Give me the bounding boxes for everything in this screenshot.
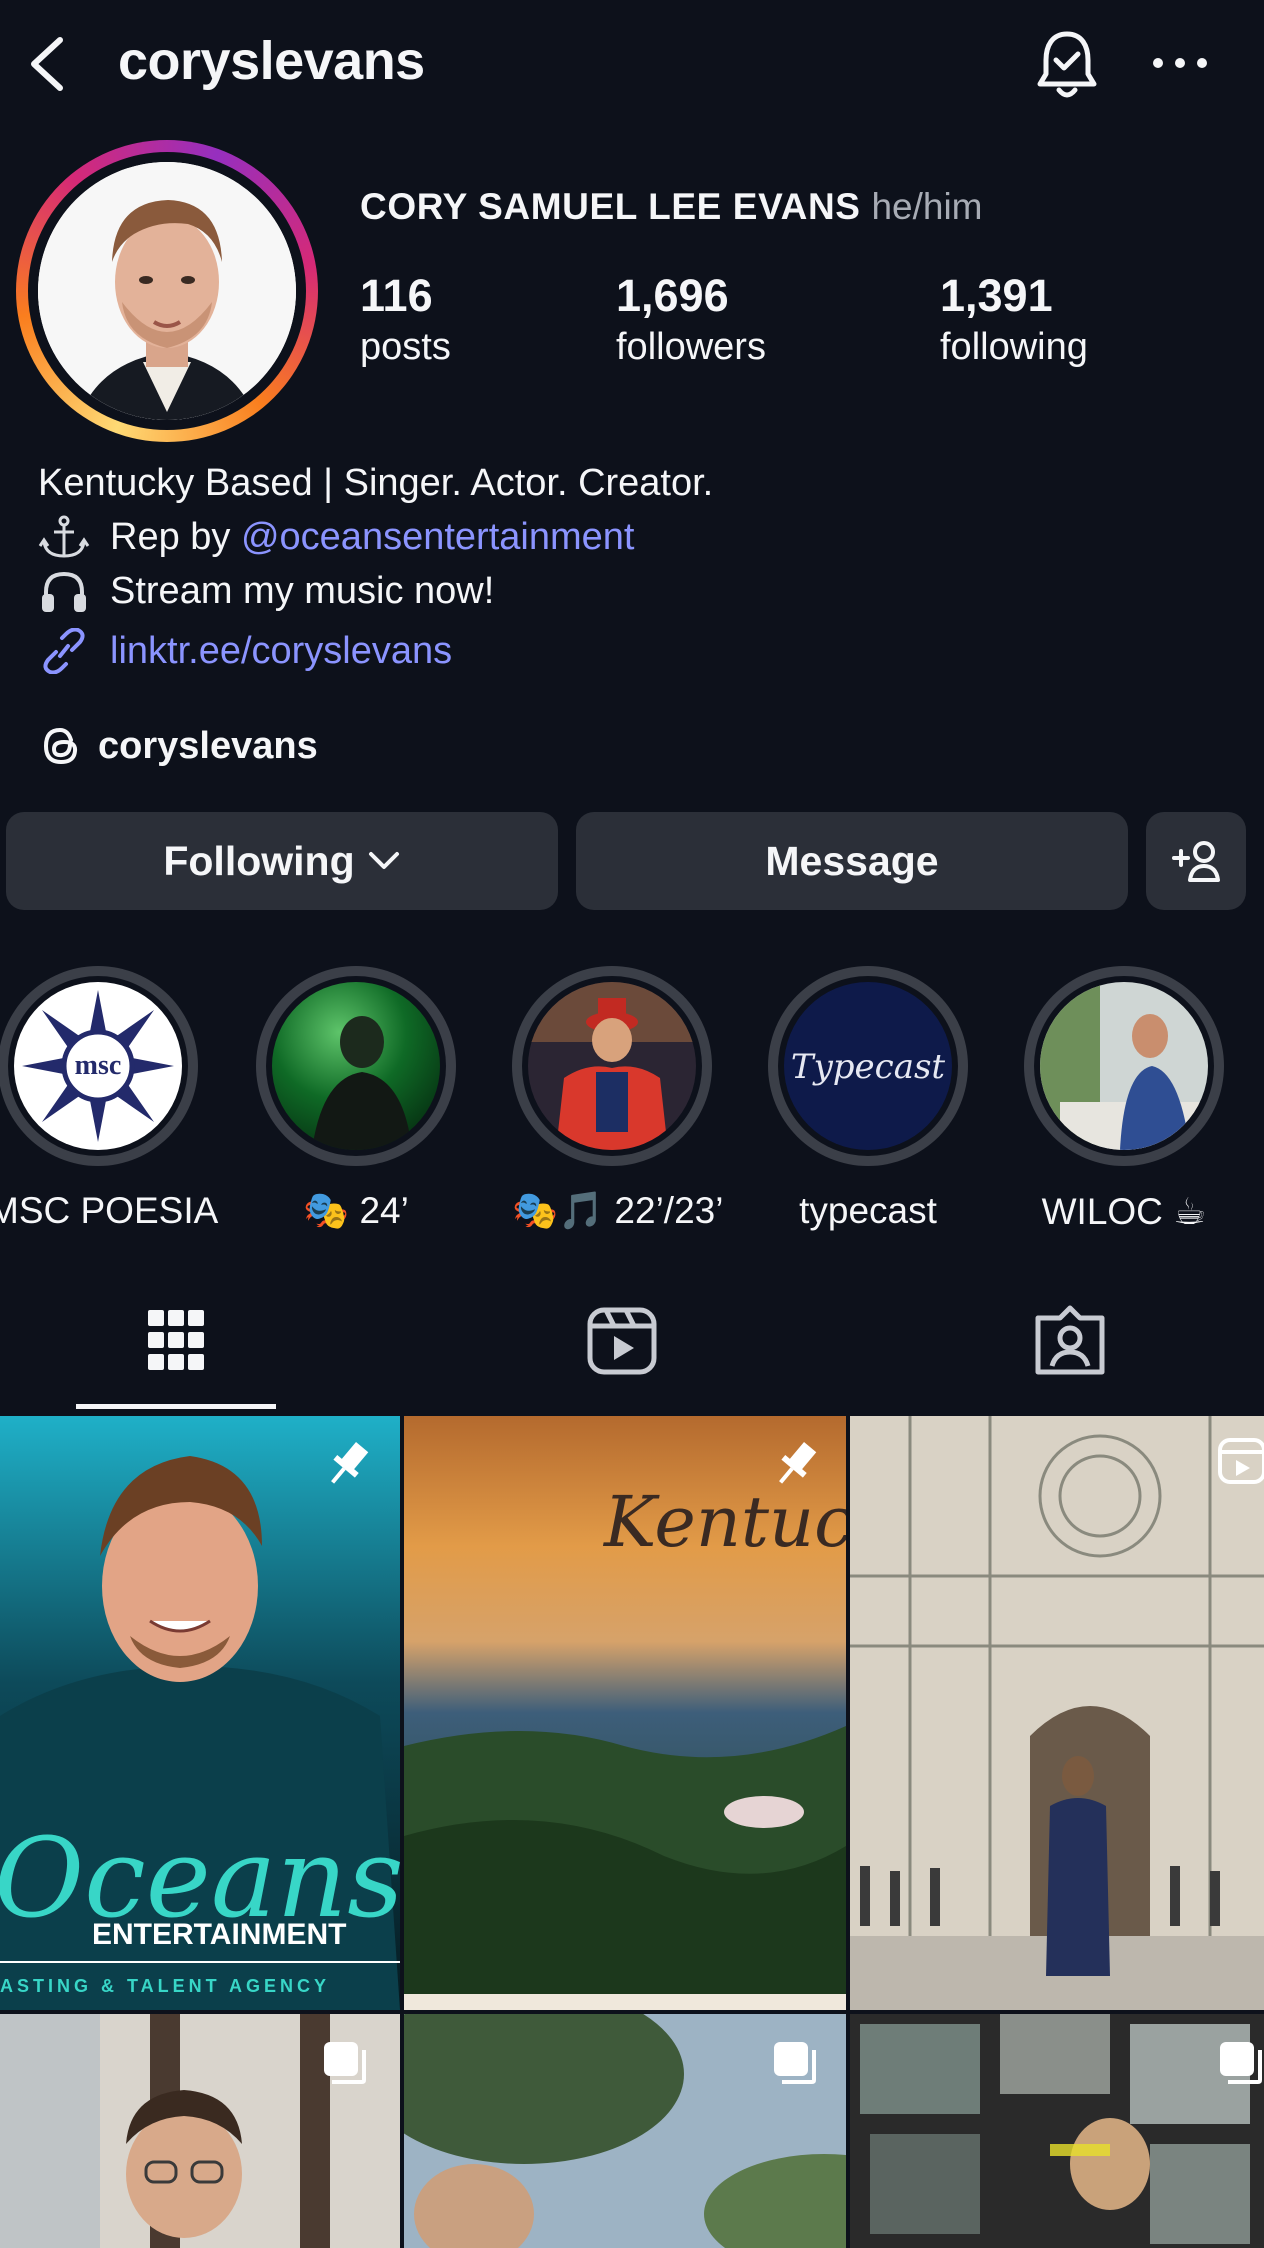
- stat-posts[interactable]: 116 posts: [360, 270, 451, 369]
- msc-logo-text: msc: [75, 1050, 122, 1081]
- highlight-item[interactable]: Typecast typecast: [768, 966, 968, 1232]
- full-name-text: CORY SAMUEL LEE EVANS: [360, 186, 861, 227]
- chevron-down-icon: [368, 852, 399, 869]
- notification-bell-icon[interactable]: [1034, 28, 1100, 100]
- followers-count: 1,696: [616, 270, 729, 321]
- typecast-logo-text: Typecast: [791, 1047, 946, 1087]
- highlight-item[interactable]: 🎭🎵 22’/23’: [512, 966, 724, 1233]
- post-tile[interactable]: [404, 2014, 846, 2248]
- top-bar: coryslevans: [0, 0, 1264, 130]
- highlight-cover: [1040, 982, 1208, 1150]
- add-person-icon: [1172, 841, 1220, 882]
- highlight-label: 🎭 24’: [303, 1190, 409, 1231]
- followers-label: followers: [616, 326, 766, 368]
- avatar: [38, 162, 296, 420]
- highlight-label: 🎭🎵 22’/23’: [512, 1190, 724, 1231]
- reels-tab-icon[interactable]: [582, 1300, 662, 1380]
- stat-following[interactable]: 1,391 following: [940, 270, 1088, 369]
- profile-username: coryslevans: [118, 31, 425, 91]
- pin-icon: [331, 1442, 369, 1484]
- highlight-label: MSC POESIA: [0, 1190, 219, 1231]
- threads-icon: [43, 727, 78, 765]
- anchor-icon: [38, 515, 90, 558]
- highlight-label: typecast: [799, 1190, 937, 1231]
- bio-rep-prefix: Rep by: [110, 516, 231, 558]
- mention-link[interactable]: @oceansentertainment: [241, 510, 634, 564]
- bio-line: Rep by @oceansentertainment: [38, 510, 713, 564]
- bio-line-1: Kentucky Based | Singer. Actor. Creator.: [38, 462, 714, 504]
- post-tile[interactable]: Oceans ENTERTAINMENT ASTING & TALENT AGE…: [0, 1416, 400, 2010]
- link-icon: [43, 628, 85, 674]
- highlight-item[interactable]: WILOC ☕: [1024, 966, 1224, 1233]
- highlight-cover: msc: [14, 982, 182, 1150]
- stat-followers[interactable]: 1,696 followers: [616, 270, 766, 369]
- profile-bio: Kentucky Based | Singer. Actor. Creator.…: [38, 456, 713, 678]
- post-tile[interactable]: [0, 2014, 400, 2248]
- message-button[interactable]: Message: [576, 812, 1128, 910]
- following-label: following: [940, 326, 1088, 368]
- bio-line: Stream my music now!: [38, 564, 713, 618]
- following-button[interactable]: Following: [6, 812, 558, 910]
- post-tile[interactable]: [850, 1416, 1264, 2010]
- suggested-users-button[interactable]: [1146, 812, 1246, 910]
- profile-full-name: CORY SAMUEL LEE EVANS he/him: [360, 186, 983, 228]
- grid-tab-icon[interactable]: [136, 1300, 216, 1380]
- threads-badge[interactable]: coryslevans: [40, 724, 318, 768]
- tagged-tab-icon[interactable]: [1030, 1300, 1110, 1380]
- bio-line-3: Stream my music now!: [110, 570, 495, 612]
- more-options-icon[interactable]: [1150, 50, 1210, 76]
- post-tile[interactable]: Kentuck: [404, 1416, 846, 2010]
- post-subtitle-text: ENTERTAINMENT: [92, 1918, 346, 1951]
- post-tagline-text: ASTING & TALENT AGENCY: [0, 1976, 330, 1996]
- carousel-icon: [774, 2042, 816, 2084]
- highlight-item[interactable]: 🎭 24’: [256, 966, 456, 1233]
- bio-link-row[interactable]: linktr.ee/coryslevans: [38, 624, 713, 678]
- highlight-item[interactable]: msc MSC POESIA: [0, 966, 219, 1232]
- carousel-icon: [324, 2042, 366, 2084]
- pronouns: he/him: [871, 186, 983, 227]
- headphones-icon: [42, 571, 86, 612]
- active-tab-indicator: [76, 1404, 276, 1409]
- posts-count: 116: [360, 270, 433, 321]
- message-button-label: Message: [765, 837, 939, 884]
- highlight-label: WILOC ☕: [1041, 1191, 1207, 1232]
- reel-icon: [1218, 1438, 1264, 1484]
- highlight-cover: [528, 982, 696, 1150]
- highlight-cover: [272, 982, 440, 1150]
- posts-label: posts: [360, 326, 451, 368]
- external-link[interactable]: linktr.ee/coryslevans: [110, 624, 452, 678]
- bio-line: Kentucky Based | Singer. Actor. Creator.: [38, 456, 713, 510]
- avatar-story-ring[interactable]: [16, 140, 318, 442]
- highlight-cover: Typecast: [784, 982, 952, 1150]
- post-script-text: Kentuck: [602, 1481, 846, 1563]
- carousel-icon: [1220, 2042, 1262, 2084]
- pin-icon: [779, 1442, 817, 1484]
- following-count: 1,391: [940, 270, 1053, 321]
- post-tile[interactable]: [850, 2014, 1264, 2248]
- following-button-label: Following: [163, 837, 355, 884]
- back-arrow-icon[interactable]: [26, 36, 66, 92]
- threads-handle: coryslevans: [98, 724, 318, 767]
